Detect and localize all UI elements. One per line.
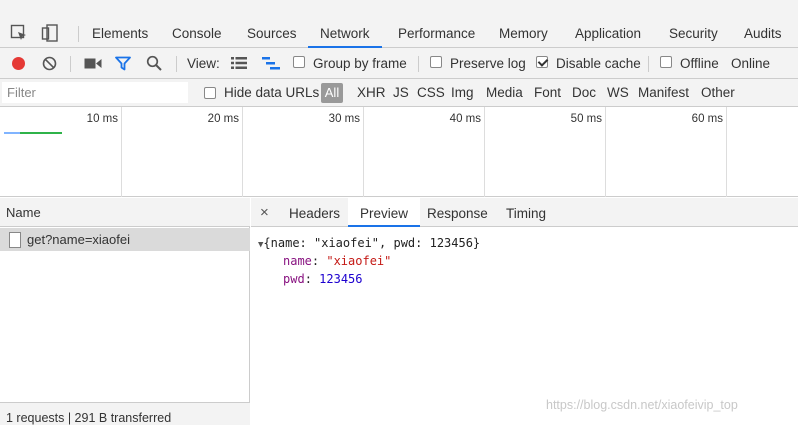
filter-input[interactable] <box>2 82 188 103</box>
detail-tab-bar: × Headers Preview Response Timing <box>251 198 798 227</box>
timeline-waiting-bar <box>4 132 20 134</box>
filter-type-media[interactable]: Media <box>486 79 523 107</box>
hide-data-urls-label: Hide data URLs <box>224 85 320 100</box>
timeline-column: 10 ms <box>0 107 122 197</box>
timeline-tick-label: 10 ms <box>86 113 118 125</box>
timeline-tick-label: 60 ms <box>691 113 723 125</box>
devtools-tab-bar: Elements Console Sources Network Perform… <box>0 0 798 48</box>
preserve-log-checkbox[interactable] <box>430 56 442 68</box>
document-file-icon <box>9 232 21 248</box>
filter-type-js[interactable]: JS <box>393 79 409 107</box>
filter-type-all[interactable]: All <box>321 83 343 103</box>
tab-memory[interactable]: Memory <box>499 20 548 48</box>
timeline-tick-label: 30 ms <box>328 113 360 125</box>
toolbar-divider <box>78 26 79 42</box>
json-value: "xiaofei" <box>326 254 392 268</box>
close-icon[interactable]: × <box>260 198 269 227</box>
requests-pane: Name get?name=xiaofei 1 requests | 291 B… <box>0 198 250 425</box>
tab-security[interactable]: Security <box>669 20 718 48</box>
timeline-column: 50 ms <box>485 107 606 197</box>
toolbar-divider <box>176 56 177 72</box>
filter-bar: Hide data URLs All XHR JS CSS Img Media … <box>0 79 798 107</box>
throttling-select[interactable]: Online <box>731 48 770 79</box>
filter-type-other[interactable]: Other <box>701 79 735 107</box>
timeline-tick-label: 20 ms <box>207 113 239 125</box>
request-row[interactable]: get?name=xiaofei <box>0 228 250 251</box>
filter-type-ws[interactable]: WS <box>607 79 629 107</box>
filter-funnel-icon[interactable] <box>115 56 131 71</box>
tab-audits[interactable]: Audits <box>744 20 782 48</box>
group-by-frame-checkbox[interactable] <box>293 56 305 68</box>
request-detail-pane: × Headers Preview Response Timing ▼{name… <box>251 198 798 425</box>
search-icon[interactable] <box>146 55 162 71</box>
network-summary: 1 requests | 291 B transferred <box>0 402 250 425</box>
filter-type-css[interactable]: CSS <box>417 79 445 107</box>
detail-tab-headers[interactable]: Headers <box>289 198 340 227</box>
json-root-row[interactable]: ▼{name: "xiaofei", pwd: 123456} <box>258 234 480 252</box>
inspect-element-icon[interactable] <box>10 24 28 42</box>
offline-checkbox[interactable] <box>660 56 672 68</box>
json-property-row: pwd: 123456 <box>283 272 363 286</box>
json-key: pwd <box>283 272 305 286</box>
tab-network[interactable]: Network <box>308 20 382 48</box>
json-root-summary: {name: "xiaofei", pwd: 123456} <box>263 236 481 250</box>
timeline-column: 20 ms <box>122 107 243 197</box>
tab-elements[interactable]: Elements <box>92 20 148 48</box>
view-label: View: <box>187 56 220 71</box>
timeline-column: 30 ms <box>243 107 364 197</box>
device-toolbar-icon[interactable] <box>41 24 59 42</box>
json-property-row: name: "xiaofei" <box>283 254 392 268</box>
offline-label: Offline <box>680 56 719 71</box>
tab-console[interactable]: Console <box>172 20 222 48</box>
timeline-column: 60 ms <box>606 107 727 197</box>
preserve-log-label: Preserve log <box>450 56 526 71</box>
group-by-frame-label: Group by frame <box>313 56 407 71</box>
request-name: get?name=xiaofei <box>27 232 130 247</box>
large-rows-icon[interactable] <box>231 57 247 69</box>
timeline-tick-label: 50 ms <box>570 113 602 125</box>
detail-tab-timing[interactable]: Timing <box>506 198 546 227</box>
filter-type-font[interactable]: Font <box>534 79 561 107</box>
hide-data-urls-checkbox[interactable] <box>204 87 216 99</box>
filter-type-xhr[interactable]: XHR <box>357 79 386 107</box>
timeline-overview[interactable]: 10 ms 20 ms 30 ms 40 ms 50 ms 60 ms <box>0 107 798 197</box>
disable-cache-label: Disable cache <box>556 56 641 71</box>
filter-type-manifest[interactable]: Manifest <box>638 79 689 107</box>
timeline-download-bar <box>20 132 62 134</box>
record-icon[interactable] <box>11 56 26 71</box>
detail-tab-preview[interactable]: Preview <box>348 198 421 227</box>
toolbar-divider <box>70 56 71 72</box>
clear-icon[interactable] <box>42 56 57 71</box>
tab-application[interactable]: Application <box>575 20 641 48</box>
json-preview: ▼{name: "xiaofei", pwd: 123456} name: "x… <box>251 228 798 425</box>
tab-performance[interactable]: Performance <box>398 20 475 48</box>
json-value: 123456 <box>319 272 363 286</box>
detail-tab-response[interactable]: Response <box>427 198 488 227</box>
timeline-tick-label: 40 ms <box>449 113 481 125</box>
waterfall-overview-icon[interactable] <box>262 57 280 70</box>
timeline-column: 40 ms <box>364 107 485 197</box>
filter-type-img[interactable]: Img <box>451 79 474 107</box>
filter-type-doc[interactable]: Doc <box>572 79 596 107</box>
toolbar-divider <box>648 56 649 72</box>
json-key: name <box>283 254 312 268</box>
watermark: https://blog.csdn.net/xiaofeivip_top <box>546 398 738 412</box>
screenshot-camera-icon[interactable] <box>84 57 102 70</box>
network-toolbar: View: Group by frame Preserve log Disabl… <box>0 48 798 79</box>
name-column-header[interactable]: Name <box>0 198 250 227</box>
disable-cache-checkbox[interactable] <box>536 56 548 68</box>
tab-sources[interactable]: Sources <box>247 20 297 48</box>
toolbar-divider <box>418 56 419 72</box>
